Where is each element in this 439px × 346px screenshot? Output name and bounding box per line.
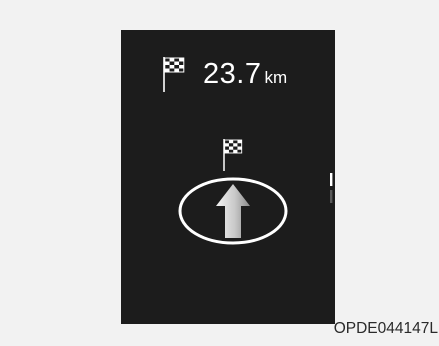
distance-to-destination: 23.7 km	[161, 52, 287, 96]
scroll-indicator	[330, 173, 333, 203]
straight-arrow-icon	[216, 184, 250, 238]
figure-code: OPDE044147L	[333, 320, 438, 337]
cluster-display: 23.7 km	[121, 30, 335, 324]
destination-flag-icon	[223, 139, 243, 171]
distance-unit: km	[264, 67, 288, 87]
turn-by-turn-indicator	[178, 177, 288, 245]
checkered-flag-icon	[163, 57, 185, 92]
distance-value: 23.7	[203, 57, 262, 90]
distance-readout: 23.7 km	[203, 57, 288, 90]
